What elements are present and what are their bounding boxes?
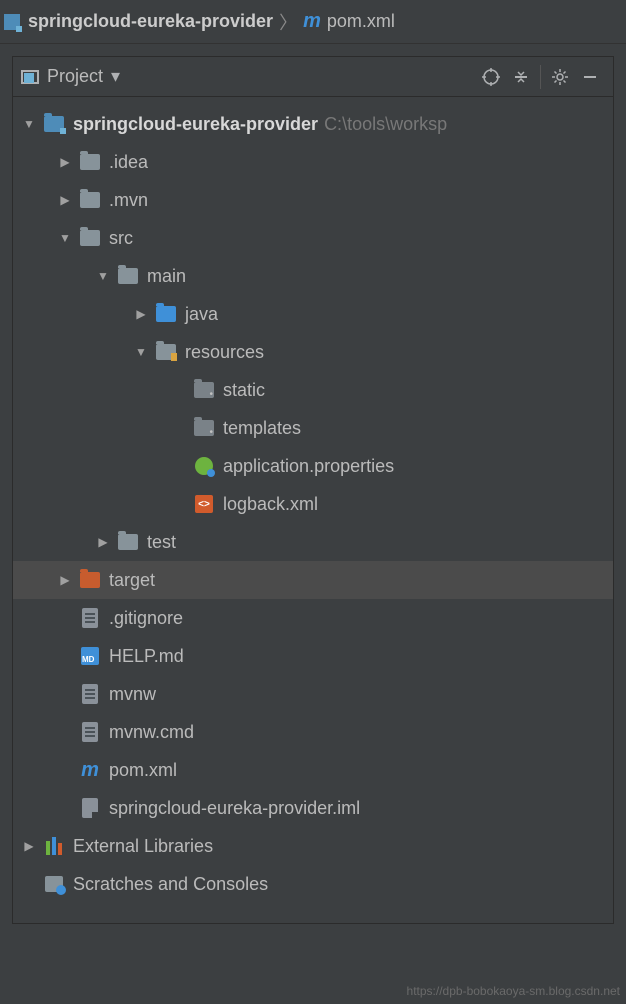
excluded-folder-icon xyxy=(79,571,101,589)
file-icon xyxy=(79,609,101,627)
tree-node-scratches[interactable]: Scratches and Consoles xyxy=(13,865,613,903)
folder-icon xyxy=(117,533,139,551)
folder-icon xyxy=(117,267,139,285)
node-label: HELP.md xyxy=(109,646,184,667)
project-panel-title[interactable]: Project xyxy=(47,66,103,87)
node-path: C:\tools\worksp xyxy=(324,114,447,135)
tree-node-idea[interactable]: .idea xyxy=(13,143,613,181)
folder-icon xyxy=(79,229,101,247)
libraries-icon xyxy=(43,837,65,855)
tree-node-src[interactable]: src xyxy=(13,219,613,257)
tree-node-static[interactable]: static xyxy=(13,371,613,409)
tree-node-iml[interactable]: springcloud-eureka-provider.iml xyxy=(13,789,613,827)
expand-toggle-icon[interactable] xyxy=(95,535,111,549)
file-icon xyxy=(79,685,101,703)
expand-toggle-icon[interactable] xyxy=(57,193,73,207)
node-label: templates xyxy=(223,418,301,439)
node-label: mvnw xyxy=(109,684,156,705)
node-label: .idea xyxy=(109,152,148,173)
expand-toggle-icon[interactable] xyxy=(133,307,149,321)
tree-node-gitignore[interactable]: .gitignore xyxy=(13,599,613,637)
node-label: External Libraries xyxy=(73,836,213,857)
project-panel-header: Project ▾ xyxy=(13,57,613,97)
tree-node-java[interactable]: java xyxy=(13,295,613,333)
tree-node-application-properties[interactable]: application.properties xyxy=(13,447,613,485)
node-label: springcloud-eureka-provider xyxy=(73,114,318,135)
iml-file-icon xyxy=(79,799,101,817)
folder-icon xyxy=(79,153,101,171)
settings-button[interactable] xyxy=(545,62,575,92)
tree-node-pom[interactable]: m pom.xml xyxy=(13,751,613,789)
expand-toggle-icon[interactable] xyxy=(57,155,73,169)
expand-toggle-icon[interactable] xyxy=(57,573,73,587)
resources-folder-icon xyxy=(155,343,177,361)
tree-node-main[interactable]: main xyxy=(13,257,613,295)
xml-file-icon xyxy=(193,495,215,513)
watermark: https://dpb-bobokaoya-sm.blog.csdn.net xyxy=(407,984,620,998)
collapse-all-button[interactable] xyxy=(506,62,536,92)
expand-toggle-icon[interactable] xyxy=(21,839,37,853)
project-view-icon xyxy=(21,70,39,84)
node-label: .mvn xyxy=(109,190,148,211)
node-label: mvnw.cmd xyxy=(109,722,194,743)
maven-icon: m xyxy=(79,761,101,779)
tree-node-external-libraries[interactable]: External Libraries xyxy=(13,827,613,865)
node-label: springcloud-eureka-provider.iml xyxy=(109,798,360,819)
tree-node-resources[interactable]: resources xyxy=(13,333,613,371)
chevron-right-icon: 〉 xyxy=(279,9,297,35)
tree-node-mvn[interactable]: .mvn xyxy=(13,181,613,219)
expand-toggle-icon[interactable] xyxy=(133,345,149,359)
tree-node-root[interactable]: springcloud-eureka-provider C:\tools\wor… xyxy=(13,105,613,143)
node-label: pom.xml xyxy=(109,760,177,781)
folder-icon xyxy=(79,191,101,209)
node-label: application.properties xyxy=(223,456,394,477)
breadcrumb-root[interactable]: springcloud-eureka-provider xyxy=(28,11,273,32)
folder-icon xyxy=(193,381,215,399)
module-folder-icon xyxy=(43,115,65,133)
tree-node-test[interactable]: test xyxy=(13,523,613,561)
node-label: static xyxy=(223,380,265,401)
module-icon xyxy=(4,14,20,30)
tree-node-help[interactable]: HELP.md xyxy=(13,637,613,675)
folder-icon xyxy=(193,419,215,437)
node-label: test xyxy=(147,532,176,553)
expand-toggle-icon[interactable] xyxy=(21,117,37,131)
node-label: .gitignore xyxy=(109,608,183,629)
project-panel: Project ▾ springcloud-eureka-provider C:… xyxy=(12,56,614,924)
breadcrumb: springcloud-eureka-provider 〉 m pom.xml xyxy=(0,0,626,44)
dropdown-arrow-icon[interactable]: ▾ xyxy=(111,66,120,87)
tree-node-templates[interactable]: templates xyxy=(13,409,613,447)
breadcrumb-file[interactable]: pom.xml xyxy=(327,11,395,32)
node-label: src xyxy=(109,228,133,249)
scratches-icon xyxy=(43,875,65,893)
spring-config-icon xyxy=(193,457,215,475)
file-icon xyxy=(79,723,101,741)
tree-node-mvnw-cmd[interactable]: mvnw.cmd xyxy=(13,713,613,751)
tree-node-logback[interactable]: logback.xml xyxy=(13,485,613,523)
hide-button[interactable] xyxy=(575,62,605,92)
source-folder-icon xyxy=(155,305,177,323)
node-label: main xyxy=(147,266,186,287)
expand-toggle-icon[interactable] xyxy=(57,231,73,245)
tree-node-target[interactable]: target xyxy=(13,561,613,599)
divider xyxy=(540,65,541,89)
project-tree[interactable]: springcloud-eureka-provider C:\tools\wor… xyxy=(13,97,613,923)
tree-node-mvnw[interactable]: mvnw xyxy=(13,675,613,713)
node-label: target xyxy=(109,570,155,591)
expand-toggle-icon[interactable] xyxy=(95,269,111,283)
node-label: resources xyxy=(185,342,264,363)
node-label: logback.xml xyxy=(223,494,318,515)
locate-button[interactable] xyxy=(476,62,506,92)
node-label: java xyxy=(185,304,218,325)
maven-icon: m xyxy=(303,10,321,33)
markdown-file-icon xyxy=(79,647,101,665)
node-label: Scratches and Consoles xyxy=(73,874,268,895)
